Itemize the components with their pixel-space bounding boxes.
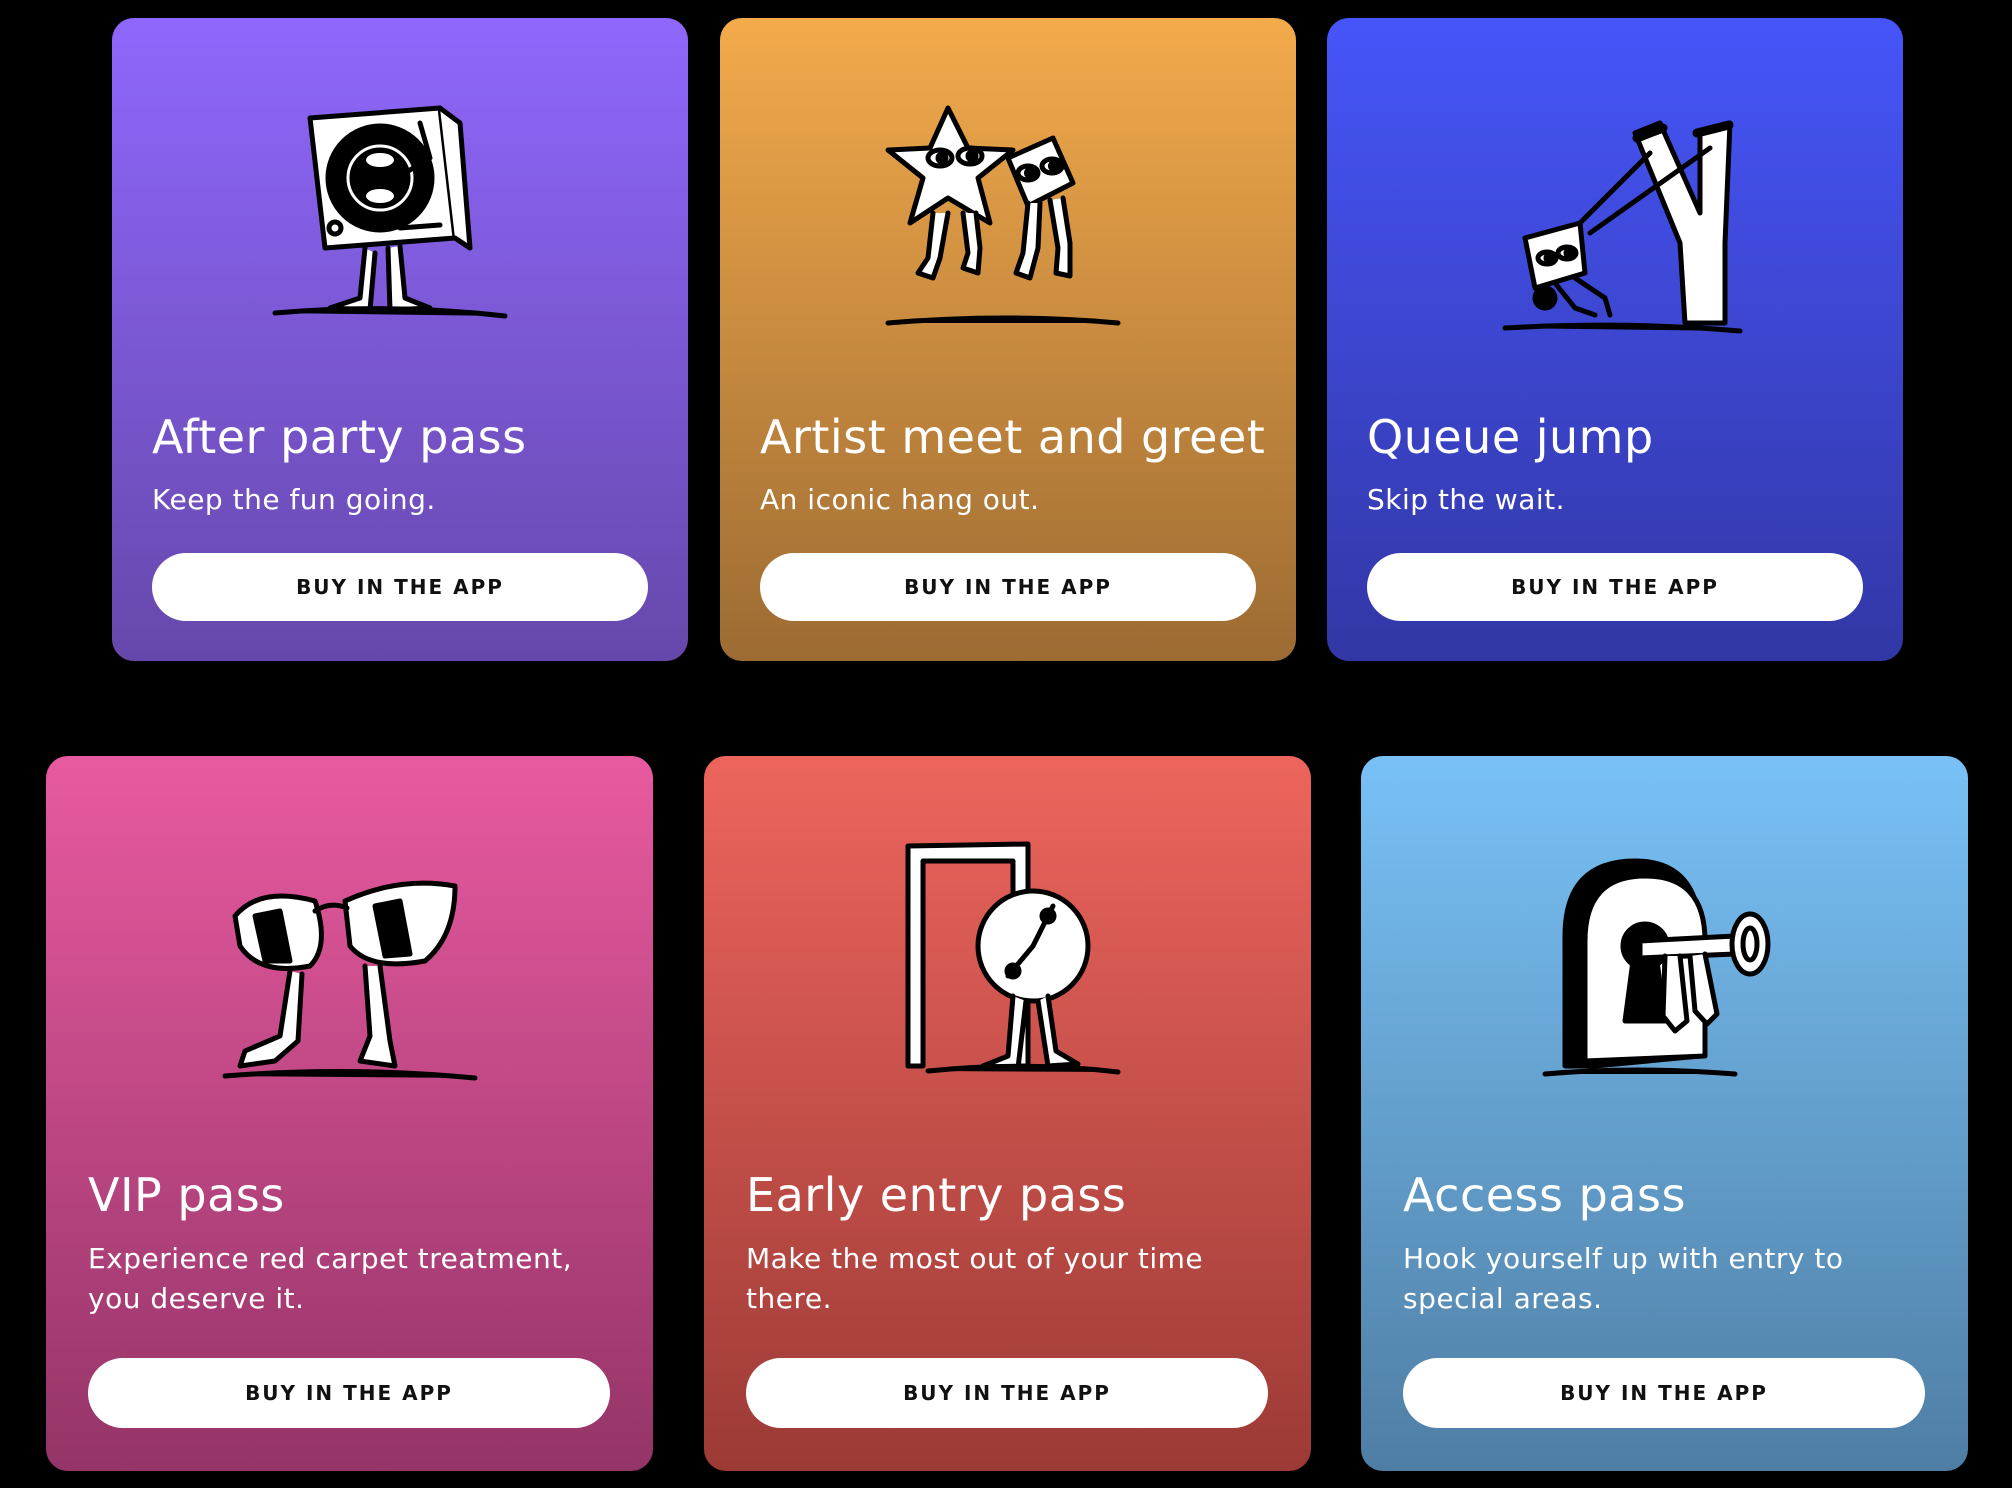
card-title: Artist meet and greet	[760, 410, 1266, 464]
card-subtitle: An iconic hang out.	[760, 483, 1040, 516]
card-queue-jump: Queue jump Skip the wait. BUY IN THE APP	[1327, 18, 1903, 661]
card-early-entry-pass: Early entry pass Make the most out of yo…	[704, 756, 1311, 1471]
card-artist-meet-and-greet: Artist meet and greet An iconic hang out…	[720, 18, 1296, 661]
buy-in-app-button[interactable]: BUY IN THE APP	[746, 1358, 1268, 1428]
card-subtitle: Make the most out of your time there.	[746, 1242, 1204, 1315]
card-vip-pass: VIP pass Experience red carpet treatment…	[46, 756, 653, 1471]
buy-in-app-button[interactable]: BUY IN THE APP	[152, 553, 648, 621]
door-and-clock-character-icon	[704, 836, 1311, 1096]
card-access-pass: Access pass Hook yourself up with entry …	[1361, 756, 1968, 1471]
card-subtitle: Experience red carpet treatment, you des…	[88, 1242, 573, 1315]
card-title: After party pass	[152, 410, 527, 464]
card-title: VIP pass	[88, 1168, 285, 1222]
turntable-character-icon	[112, 98, 688, 358]
card-subtitle: Hook yourself up with entry to special a…	[1403, 1242, 1844, 1315]
keyhole-and-key-character-icon	[1361, 846, 1968, 1086]
card-title: Early entry pass	[746, 1168, 1127, 1222]
card-title: Access pass	[1403, 1168, 1686, 1222]
card-subtitle: Keep the fun going.	[152, 483, 436, 516]
card-subtitle: Skip the wait.	[1367, 483, 1566, 516]
sunglasses-character-icon	[46, 866, 653, 1096]
slingshot-character-icon	[1327, 93, 1903, 353]
buy-in-app-button[interactable]: BUY IN THE APP	[1403, 1358, 1925, 1428]
card-title: Queue jump	[1367, 410, 1654, 464]
star-and-diamond-characters-icon	[720, 88, 1296, 348]
buy-in-app-button[interactable]: BUY IN THE APP	[1367, 553, 1863, 621]
buy-in-app-button[interactable]: BUY IN THE APP	[760, 553, 1256, 621]
card-after-party-pass: After party pass Keep the fun going. BUY…	[112, 18, 688, 661]
buy-in-app-button[interactable]: BUY IN THE APP	[88, 1358, 610, 1428]
